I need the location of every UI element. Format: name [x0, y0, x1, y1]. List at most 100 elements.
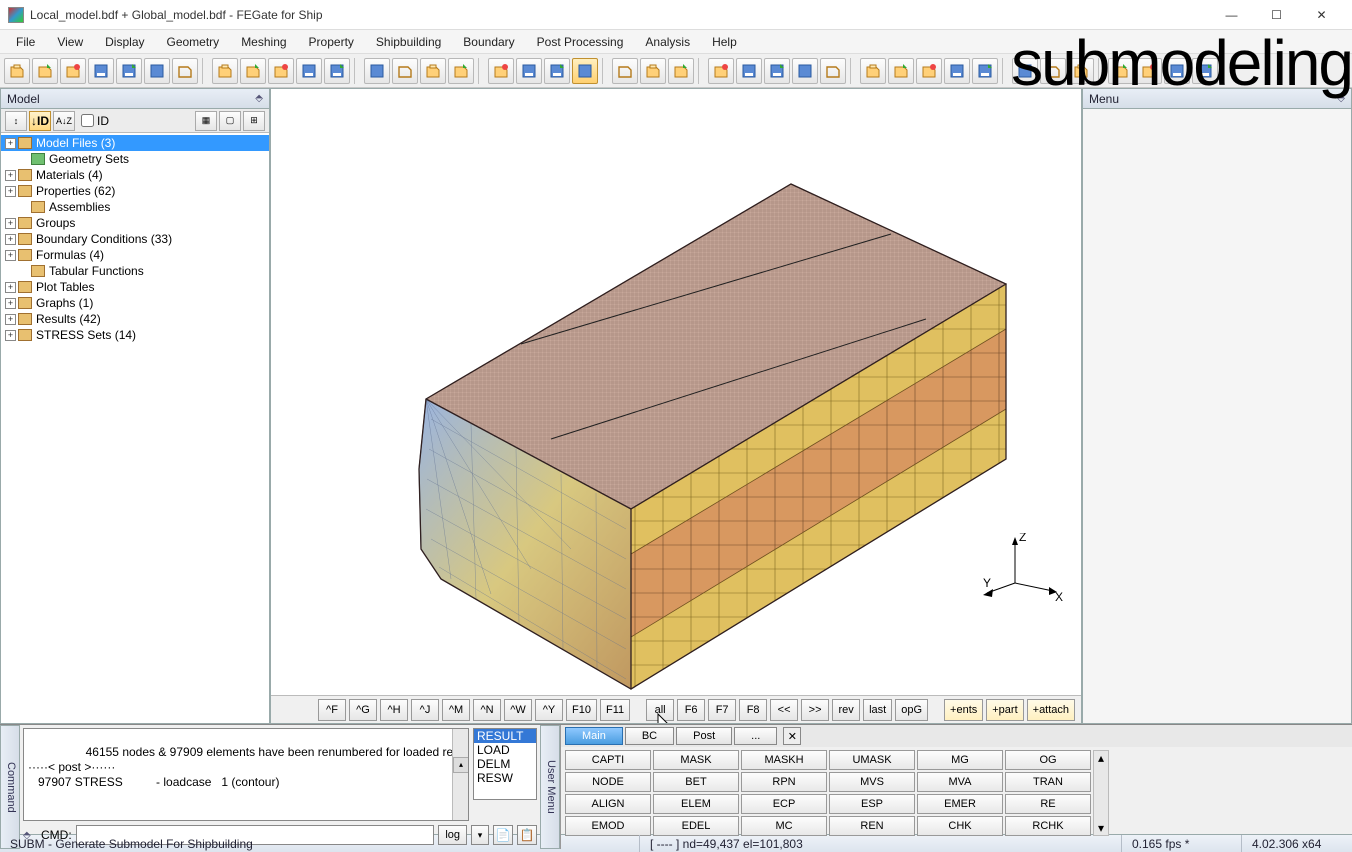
toolbar-btn-18[interactable] — [544, 58, 570, 84]
usermenu-tab-main[interactable]: Main — [565, 727, 623, 745]
menu-view[interactable]: View — [47, 32, 93, 52]
toolbar-btn-19[interactable] — [572, 58, 598, 84]
toolbar-btn-39[interactable] — [1192, 58, 1218, 84]
view-btn-^W[interactable]: ^W — [504, 699, 532, 721]
tree-row[interactable]: +STRESS Sets (14) — [1, 327, 269, 343]
filter-btn-last[interactable]: last — [863, 699, 892, 721]
expand-icon[interactable]: + — [5, 282, 16, 293]
menu-meshing[interactable]: Meshing — [231, 32, 296, 52]
view-btn-^Y[interactable]: ^Y — [535, 699, 563, 721]
sort-az-btn[interactable]: A↓Z — [53, 111, 75, 131]
menu-post-processing[interactable]: Post Processing — [527, 32, 634, 52]
menu-property[interactable]: Property — [299, 32, 364, 52]
toolbar-btn-10[interactable] — [296, 58, 322, 84]
toolbar-btn-21[interactable] — [640, 58, 666, 84]
toolbar-btn-3[interactable] — [88, 58, 114, 84]
expand-icon[interactable]: + — [5, 314, 16, 325]
toolbar-btn-32[interactable] — [972, 58, 998, 84]
tree-row[interactable]: +Results (42) — [1, 311, 269, 327]
toolbar-btn-36[interactable] — [1108, 58, 1134, 84]
toolbar-btn-26[interactable] — [792, 58, 818, 84]
toolbar-btn-7[interactable] — [212, 58, 238, 84]
umcell-align[interactable]: ALIGN — [565, 794, 651, 814]
listbox-option[interactable]: DELM — [474, 757, 536, 771]
view-btn-^J[interactable]: ^J — [411, 699, 439, 721]
add-btn-ents[interactable]: +ents — [944, 699, 983, 721]
expand-icon[interactable]: + — [5, 170, 16, 181]
umcell-emer[interactable]: EMER — [917, 794, 1003, 814]
result-listbox[interactable]: RESULTLOADDELMRESW — [473, 728, 537, 800]
toolbar-btn-13[interactable] — [392, 58, 418, 84]
id-checkbox-input[interactable] — [81, 114, 94, 127]
expand-icon[interactable]: + — [5, 250, 16, 261]
id-checkbox[interactable]: ID — [81, 114, 109, 128]
filter-btn-all[interactable]: all — [646, 699, 674, 721]
toolbar-btn-20[interactable] — [612, 58, 638, 84]
umcell-edel[interactable]: EDEL — [653, 816, 739, 836]
toolbar-btn-16[interactable] — [488, 58, 514, 84]
toolbar-btn-8[interactable] — [240, 58, 266, 84]
tree-row[interactable]: Geometry Sets — [1, 151, 269, 167]
usermenu-close-icon[interactable]: ✕ — [783, 727, 801, 745]
toolbar-btn-24[interactable] — [736, 58, 762, 84]
menu-boundary[interactable]: Boundary — [453, 32, 524, 52]
usermenu-panel-label[interactable]: User Menu — [540, 725, 560, 849]
toolbar-btn-4[interactable] — [116, 58, 142, 84]
umcell-capti[interactable]: CAPTI — [565, 750, 651, 770]
toolbar-btn-25[interactable] — [764, 58, 790, 84]
menu-display[interactable]: Display — [95, 32, 154, 52]
menu-panel-header[interactable]: Menu ⬘ — [1083, 89, 1351, 109]
view-btn-^G[interactable]: ^G — [349, 699, 377, 721]
toolbar-btn-14[interactable] — [420, 58, 446, 84]
tree-row[interactable]: Assemblies — [1, 199, 269, 215]
umcell-tran[interactable]: TRAN — [1005, 772, 1091, 792]
filter-btn-F7[interactable]: F7 — [708, 699, 736, 721]
add-btn-attach[interactable]: +attach — [1027, 699, 1075, 721]
console-log[interactable]: 46155 nodes & 97909 elements have been r… — [23, 728, 469, 821]
menu-geometry[interactable]: Geometry — [157, 32, 230, 52]
umcell-bet[interactable]: BET — [653, 772, 739, 792]
tree-row[interactable]: +Plot Tables — [1, 279, 269, 295]
add-btn-part[interactable]: +part — [986, 699, 1023, 721]
model-panel-header[interactable]: Model ⬘ — [1, 89, 269, 109]
umcell-rpn[interactable]: RPN — [741, 772, 827, 792]
expand-icon[interactable]: + — [5, 138, 16, 149]
toolbar-btn-0[interactable] — [4, 58, 30, 84]
toolbar-btn-9[interactable] — [268, 58, 294, 84]
expand-icon[interactable]: + — [5, 234, 16, 245]
umcell-umask[interactable]: UMASK — [829, 750, 915, 770]
model-tree[interactable]: +Model Files (3)Geometry Sets+Materials … — [1, 133, 269, 723]
sort-id-btn[interactable]: ↓ID — [29, 111, 51, 131]
toolbar-btn-27[interactable] — [820, 58, 846, 84]
umcell-esp[interactable]: ESP — [829, 794, 915, 814]
toolbar-btn-37[interactable] — [1136, 58, 1162, 84]
usermenu-tab-post[interactable]: Post — [676, 727, 732, 745]
toolbar-btn-34[interactable] — [1040, 58, 1066, 84]
3d-viewport[interactable]: Z X Y ^F^G^H^J^M^N^W^YF10F11allF6F7F8<<>… — [270, 88, 1082, 724]
toolbar-btn-5[interactable] — [144, 58, 170, 84]
minimize-button[interactable]: — — [1209, 1, 1254, 29]
toolbar-btn-22[interactable] — [668, 58, 694, 84]
filter-btn-F8[interactable]: F8 — [739, 699, 767, 721]
tree-row[interactable]: +Model Files (3) — [1, 135, 269, 151]
umcell-emod[interactable]: EMOD — [565, 816, 651, 836]
panel-tool-c[interactable]: ⊞ — [243, 111, 265, 131]
tree-row[interactable]: Tabular Functions — [1, 263, 269, 279]
toolbar-btn-12[interactable] — [364, 58, 390, 84]
panel-tool-b[interactable]: ▢ — [219, 111, 241, 131]
toolbar-btn-11[interactable] — [324, 58, 350, 84]
umcell-maskh[interactable]: MASKH — [741, 750, 827, 770]
toolbar-btn-31[interactable] — [944, 58, 970, 84]
umcell-re[interactable]: RE — [1005, 794, 1091, 814]
umcell-mva[interactable]: MVA — [917, 772, 1003, 792]
toolbar-btn-35[interactable] — [1068, 58, 1094, 84]
filter-btn-<<[interactable]: << — [770, 699, 798, 721]
view-btn-^F[interactable]: ^F — [318, 699, 346, 721]
tree-row[interactable]: +Graphs (1) — [1, 295, 269, 311]
umcell-ren[interactable]: REN — [829, 816, 915, 836]
toolbar-btn-6[interactable] — [172, 58, 198, 84]
umcell-og[interactable]: OG — [1005, 750, 1091, 770]
umcell-rchk[interactable]: RCHK — [1005, 816, 1091, 836]
umcell-ecp[interactable]: ECP — [741, 794, 827, 814]
usermenu-tab-...[interactable]: ... — [734, 727, 777, 745]
